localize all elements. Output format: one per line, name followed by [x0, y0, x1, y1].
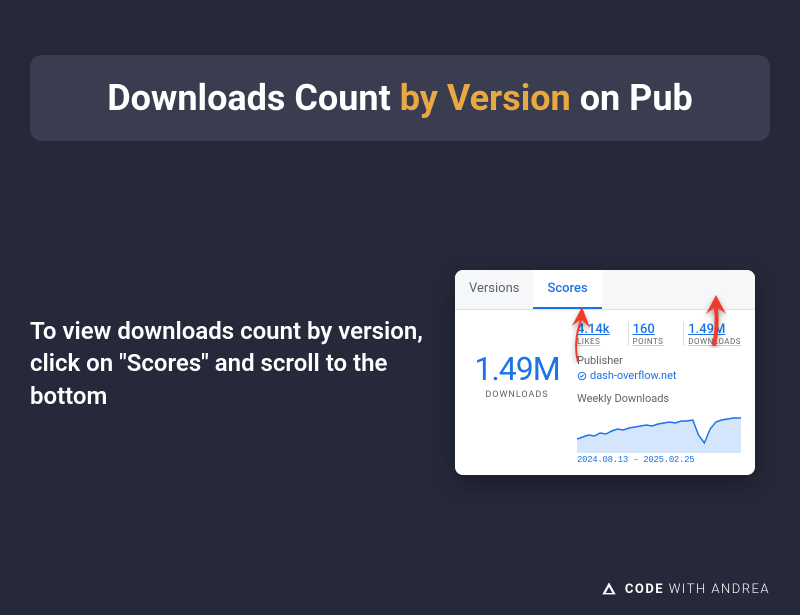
- weekly-downloads-label: Weekly Downloads: [577, 392, 741, 405]
- title-part2: on Pub: [571, 77, 693, 119]
- stats-row: 4.14k LIKES 160 POINTS 1.49M DOWNLOADS: [577, 322, 741, 346]
- points-number: 160: [633, 322, 678, 337]
- title-accent: by Version: [400, 77, 571, 119]
- publisher-link-text: dash-overflow.net: [590, 369, 677, 382]
- downloads-label: DOWNLOADS: [688, 337, 741, 346]
- tab-bar: Versions Scores: [455, 270, 755, 310]
- downloads-big-number: 1.49M: [469, 350, 565, 388]
- brand-part2: WITH ANDREA: [664, 582, 770, 597]
- publisher-link[interactable]: dash-overflow.net: [577, 369, 741, 382]
- chart-date-range: 2024.08.13 – 2025.02.25: [577, 455, 741, 465]
- publisher-label: Publisher: [577, 354, 741, 367]
- verified-icon: [577, 371, 587, 381]
- downloads-big-label: DOWNLOADS: [469, 390, 565, 400]
- stat-likes[interactable]: 4.14k LIKES: [577, 322, 629, 346]
- stat-downloads[interactable]: 1.49M DOWNLOADS: [688, 322, 741, 346]
- brand-footer: CODE WITH ANDREA: [601, 581, 770, 597]
- page-title: Downloads Count by Version on Pub: [30, 55, 770, 141]
- tab-scores[interactable]: Scores: [533, 270, 601, 309]
- downloads-number: 1.49M: [688, 322, 741, 337]
- likes-number: 4.14k: [577, 322, 622, 337]
- weekly-downloads-chart: [577, 407, 741, 453]
- likes-label: LIKES: [577, 337, 622, 346]
- brand-logo-icon: [601, 581, 617, 597]
- title-part1: Downloads Count: [107, 77, 400, 119]
- stat-points[interactable]: 160 POINTS: [633, 322, 685, 346]
- tab-versions[interactable]: Versions: [455, 270, 533, 309]
- brand-part1: CODE: [625, 582, 664, 597]
- points-label: POINTS: [633, 337, 678, 346]
- pub-score-card: Versions Scores 1.49M DOWNLOADS 4.14k LI…: [455, 270, 755, 475]
- instruction-text: To view downloads count by version, clic…: [30, 315, 430, 412]
